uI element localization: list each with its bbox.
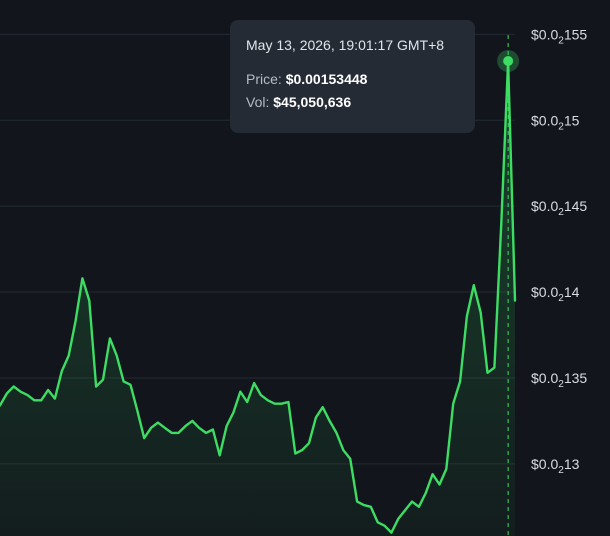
- price-tooltip: May 13, 2026, 19:01:17 GMT+8 Price: $0.0…: [230, 20, 475, 133]
- y-axis-ticks: $0.02155 $0.0215 $0.02145 $0.0214 $0.02135 $0…: [531, 26, 587, 475]
- y-tick-label: $0.0213: [531, 456, 580, 476]
- hover-point: [503, 56, 514, 67]
- tooltip-vol-label: Vol:: [246, 94, 270, 110]
- y-tick-label: $0.02135: [531, 370, 587, 390]
- y-tick-label: $0.02145: [531, 198, 587, 218]
- tooltip-price-value: $0.00153448: [285, 71, 368, 87]
- tooltip-vol-value: $45,050,636: [273, 94, 352, 110]
- tooltip-vol-row: Vol: $45,050,636: [246, 94, 475, 110]
- y-tick-label: $0.02155: [531, 26, 587, 46]
- y-tick-label: $0.0215: [531, 112, 580, 132]
- tooltip-price-row: Price: $0.00153448: [246, 71, 475, 87]
- y-tick-label: $0.0214: [531, 284, 580, 304]
- tooltip-date: May 13, 2026, 19:01:17 GMT+8: [246, 37, 445, 53]
- tooltip-price-label: Price:: [246, 71, 282, 87]
